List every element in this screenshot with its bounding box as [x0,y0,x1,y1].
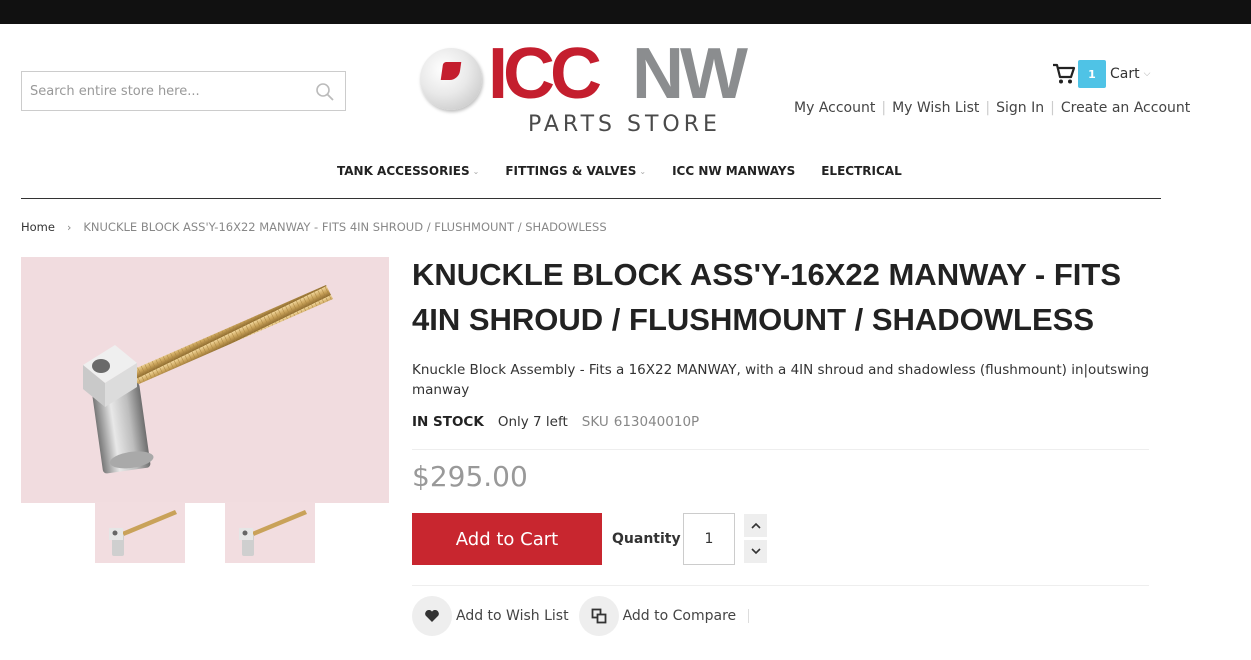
product-thumbnail[interactable] [225,502,315,563]
chevron-down-icon [750,548,761,555]
quantity-label: Quantity [612,531,681,547]
quantity-decrement-button[interactable] [744,540,767,563]
nav-item-label: ELECTRICAL [821,164,902,178]
nav-item-icc-nw-manways[interactable]: ICC NW MANWAYS [672,164,795,178]
logo-text-nw: NW [632,34,748,114]
add-to-wishlist-button[interactable]: Add to Wish List [412,596,569,636]
sku-value: 613040010P [613,414,700,430]
nav-item-label: FITTINGS & VALVES [505,164,637,178]
compare-icon [578,596,619,636]
divider: | [881,100,887,116]
store-logo[interactable]: ICC NW PARTS STORE [418,38,764,140]
my-account-link[interactable]: My Account [794,100,875,116]
nav-item-tank-accessories[interactable]: TANK ACCESSORIES ⌄ [337,164,479,178]
my-wish-list-link[interactable]: My Wish List [892,100,979,116]
sku-label: SKU [581,414,609,430]
product-description: Knuckle Block Assembly - Fits a 16X22 MA… [412,362,1150,398]
product-secondary-actions: Add to Wish List Add to Compare [412,596,759,636]
cart-label[interactable]: Cart [1110,66,1140,82]
chevron-down-icon: ⌄ [472,166,480,176]
account-links: My Account | My Wish List | Sign In | Cr… [794,100,1190,116]
nav-item-electrical[interactable]: ELECTRICAL [821,164,901,178]
divider [748,609,750,623]
compare-label: Add to Compare [622,608,737,624]
logo-subtitle: PARTS STORE [528,112,721,137]
search-box [21,71,346,111]
nav-item-label: TANK ACCESSORIES [337,164,470,178]
chevron-right-icon: › [66,220,72,234]
chevron-down-icon: ⌄ [639,166,647,176]
chevron-down-icon[interactable]: ⌵ [1144,69,1151,79]
divider: | [1050,100,1055,116]
search-input[interactable] [22,72,302,110]
divider [412,449,1149,450]
nav-item-fittings-valves[interactable]: FITTINGS & VALVES ⌄ [505,164,646,178]
sign-in-link[interactable]: Sign In [996,100,1044,116]
product-title: KNUCKLE BLOCK ASS'Y-16X22 MANWAY - FITS … [412,257,1122,337]
add-to-compare-button[interactable]: Add to Compare [578,596,750,636]
cart-count-badge: 1 [1078,60,1106,88]
heart-icon [412,596,452,636]
minicart[interactable]: 1 Cart ⌵ [1052,60,1150,88]
stock-remaining: Only 7 left [497,414,568,430]
main-navigation: TANK ACCESSORIES ⌄ FITTINGS & VALVES ⌄ I… [21,160,1161,199]
quantity-increment-button[interactable] [744,514,767,537]
quantity-input[interactable] [683,513,735,565]
logo-ball-icon [420,48,482,110]
breadcrumb: Home › KNUCKLE BLOCK ASS'Y-16X22 MANWAY … [21,220,607,234]
divider [412,585,1149,586]
breadcrumb-current: KNUCKLE BLOCK ASS'Y-16X22 MANWAY - FITS … [83,220,607,234]
nav-item-label: ICC NW MANWAYS [672,164,796,178]
product-thumbnail[interactable] [95,502,185,563]
breadcrumb-home-link[interactable]: Home [21,220,55,234]
add-to-cart-button[interactable]: Add to Cart [412,513,602,565]
create-account-link[interactable]: Create an Account [1061,100,1190,116]
stock-info: IN STOCK Only 7 left SKU 613040010P [412,414,699,430]
cart-icon[interactable] [1052,63,1076,85]
logo-text-icc: ICC [488,34,602,114]
chevron-up-icon [750,522,761,529]
divider: | [985,100,991,116]
product-price: $295.00 [412,460,528,493]
top-bar [0,0,1251,24]
stock-status: IN STOCK [412,414,484,430]
product-main-image[interactable] [21,257,389,503]
wishlist-label: Add to Wish List [456,608,569,624]
search-icon[interactable] [315,82,335,102]
